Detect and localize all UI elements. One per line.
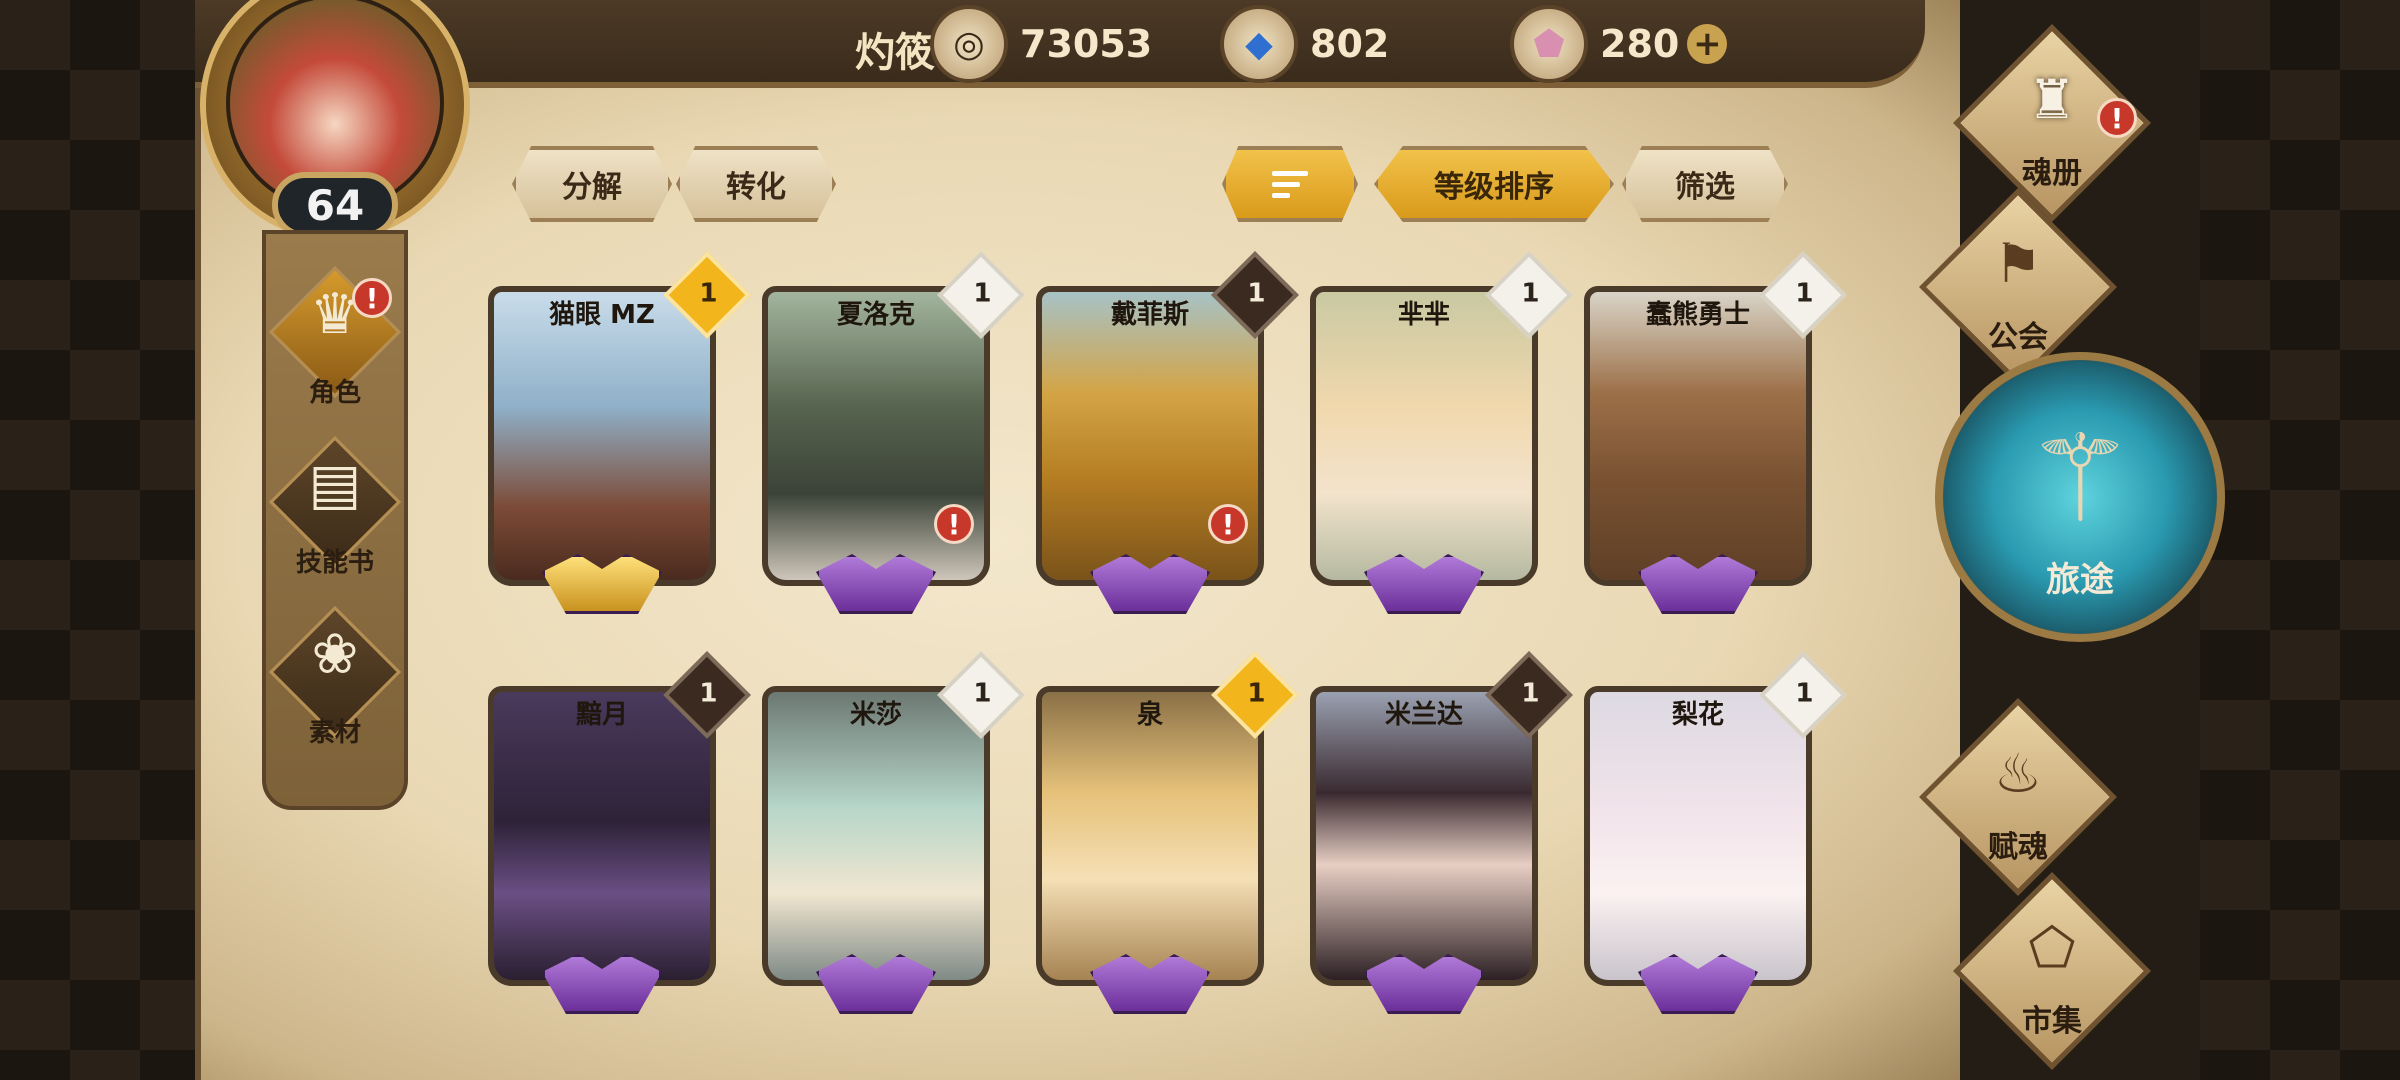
right-wall-decoration <box>2200 0 2400 1080</box>
alert-badge: ! <box>1208 504 1248 544</box>
market-gem-icon: ⬠ <box>2028 916 2076 979</box>
character-card[interactable]: 米莎 1 <box>762 651 1025 1024</box>
character-card[interactable]: 夏洛克 1 ! <box>762 251 1025 624</box>
card-level: 1 <box>699 278 718 309</box>
card-frame <box>488 286 716 586</box>
menu-item-label: 技能书 <box>295 548 374 578</box>
endow-soul-button[interactable]: ♨ 赋魂 <box>1893 698 2143 896</box>
card-level: 1 <box>973 278 992 309</box>
currency-gem: ⬟ 280 + <box>1510 5 1728 83</box>
soul-book-icon: ♜ <box>2027 68 2077 131</box>
coin-icon: ◎ <box>930 5 1008 83</box>
convert-button[interactable]: 转化 <box>676 146 836 222</box>
card-frame <box>1584 286 1812 586</box>
guild-label: 公会 <box>1988 320 2048 355</box>
guild-icon: ⚑ <box>1993 232 2043 295</box>
player-name: 灼筱 <box>855 30 935 76</box>
gem-amount: 280 <box>1600 22 1680 66</box>
card-level: 1 <box>1521 278 1540 309</box>
card-frame <box>1584 686 1812 986</box>
alert-badge: ! <box>934 504 974 544</box>
material-icon: ❀ <box>311 622 359 687</box>
character-card[interactable]: 黯月 1 <box>488 651 751 1024</box>
character-card[interactable]: 猫眼 MZ 1 <box>488 251 751 624</box>
menu-item-material[interactable]: ❀ 素材 <box>262 602 408 762</box>
blue-crystal-icon: ◆ <box>1220 5 1298 83</box>
menu-item-skill-book[interactable]: ▤ 技能书 <box>262 432 408 592</box>
filter-button[interactable]: 筛选 <box>1622 146 1788 222</box>
skill-book-icon: ▤ <box>308 452 362 517</box>
soul-book-button[interactable]: ♜ 魂册 ! <box>1927 24 2177 222</box>
character-portrait <box>1042 692 1258 980</box>
journey-label: 旅途 <box>2046 560 2114 600</box>
guild-button[interactable]: ⚑ 公会 <box>1893 188 2143 386</box>
character-card[interactable]: 芈芈 1 <box>1310 251 1573 624</box>
card-level: 1 <box>973 678 992 709</box>
currency-gold: ◎ 73053 <box>930 5 1153 83</box>
sort-icon <box>1272 170 1308 198</box>
pink-gem-icon: ⬟ <box>1510 5 1588 83</box>
flame-icon: ♨ <box>1993 742 2043 805</box>
character-card[interactable]: 泉 1 <box>1036 651 1299 1024</box>
card-level: 1 <box>1795 678 1814 709</box>
character-card[interactable]: 蠢熊勇士 1 <box>1584 251 1847 624</box>
soul-book-label: 魂册 <box>2022 156 2082 191</box>
card-frame <box>1310 686 1538 986</box>
crystal-amount: 802 <box>1310 22 1390 66</box>
level-sort-button[interactable]: 等级排序 <box>1374 146 1614 222</box>
card-frame <box>1036 686 1264 986</box>
character-portrait <box>1316 692 1532 980</box>
card-level: 1 <box>1521 678 1540 709</box>
journey-icon: ⚚ <box>2026 410 2134 549</box>
card-frame <box>1310 286 1538 586</box>
endow-soul-label: 赋魂 <box>1988 830 2048 865</box>
market-button[interactable]: ⬠ 市集 <box>1927 872 2177 1070</box>
card-level: 1 <box>1795 278 1814 309</box>
journey-button[interactable]: ⚚ 旅途 <box>1935 352 2225 642</box>
character-portrait <box>494 692 710 980</box>
character-card[interactable]: 米兰达 1 <box>1310 651 1573 1024</box>
currency-crystal: ◆ 802 <box>1220 5 1390 83</box>
add-gem-button[interactable]: + <box>1687 24 1728 64</box>
character-portrait <box>494 292 710 580</box>
menu-item-label: 素材 <box>308 718 361 748</box>
character-portrait <box>1316 292 1532 580</box>
decompose-button[interactable]: 分解 <box>512 146 672 222</box>
character-portrait <box>1590 692 1806 980</box>
market-label: 市集 <box>2022 1004 2082 1039</box>
card-level: 1 <box>1247 278 1266 309</box>
character-card[interactable]: 梨花 1 <box>1584 651 1847 1024</box>
alert-badge: ! <box>352 278 392 318</box>
card-frame <box>488 686 716 986</box>
menu-item-label: 角色 <box>308 378 361 408</box>
gold-amount: 73053 <box>1020 22 1153 66</box>
player-level: 64 <box>272 172 398 238</box>
character-portrait <box>768 692 984 980</box>
character-portrait <box>1590 292 1806 580</box>
left-wall-decoration <box>0 0 200 1080</box>
card-frame <box>762 686 990 986</box>
character-card[interactable]: 戴菲斯 1 ! <box>1036 251 1299 624</box>
menu-item-character[interactable]: ♛ 角色 ! <box>262 262 408 422</box>
card-level: 1 <box>699 678 718 709</box>
card-level: 1 <box>1247 678 1266 709</box>
alert-badge: ! <box>2097 98 2137 138</box>
sort-order-button[interactable] <box>1222 146 1358 222</box>
